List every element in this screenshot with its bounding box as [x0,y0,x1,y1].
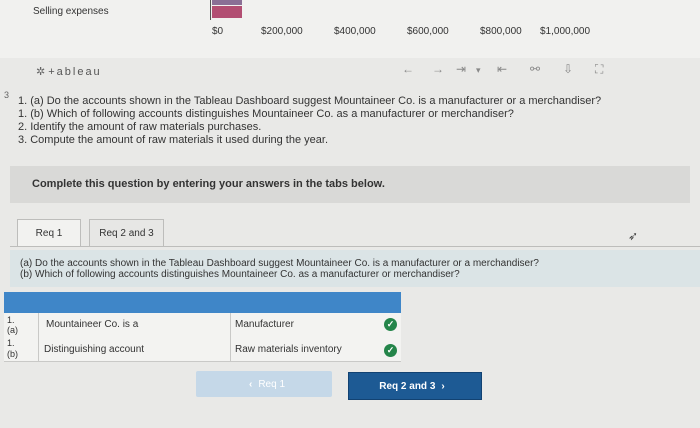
tableau-mark-icon: ✲ [36,66,46,78]
chevron-left-icon: ‹ [248,378,253,390]
revert-icon[interactable]: ⇥ [456,62,466,76]
check-icon: ✓ [384,318,397,331]
redo-icon[interactable]: → [432,62,444,76]
chart-axis-line [210,0,211,20]
axis-tick: $1,000,000 [540,26,591,37]
chart-row-label: Selling expenses [33,6,109,17]
answer-select[interactable]: Raw materials inventory [235,344,342,355]
answer-select[interactable]: Manufacturer [235,319,294,330]
chevron-down-icon[interactable]: ▾ [476,65,481,76]
download-icon[interactable]: ⇩ [563,62,573,76]
panel-question-b: (b) Which of following accounts distingu… [20,269,460,280]
chart-bar [212,6,242,18]
undo-icon[interactable]: ← [402,62,414,76]
row-sub-index: (a) [7,325,18,335]
prev-button[interactable]: ‹ Req 1 [196,371,332,397]
table-header [4,292,401,313]
axis-tick: $0 [212,26,224,37]
next-button[interactable]: Req 2 and 3 › [348,372,482,400]
tab-req-2-and-3[interactable]: Req 2 and 3 [89,219,164,246]
row-label: Distinguishing account [44,344,145,355]
chevron-right-icon: › [441,380,445,392]
check-icon: ✓ [384,344,397,357]
row-sub-index: (b) [7,349,18,359]
mouse-cursor-icon: ➶ [628,229,639,243]
row-label: Mountaineer Co. is a [46,319,139,330]
chart-bar [212,0,242,5]
share-icon[interactable]: ⚯ [530,62,540,76]
question-item: 1. (b) Which of following accounts disti… [18,108,514,120]
margin-mark: 3 [4,90,10,100]
fullscreen-icon[interactable]: ⛶ [595,62,603,77]
panel-question-a: (a) Do the accounts shown in the Tableau… [20,258,539,269]
row-index: 1. [7,338,15,348]
tableau-logo-text: +ableau [48,66,102,78]
reset-icon[interactable]: ⇤ [497,62,507,76]
column-divider [38,313,39,361]
axis-tick: $600,000 [407,26,449,37]
prev-button-label: Req 1 [258,378,286,390]
tab-divider [10,246,700,247]
question-item: 2. Identify the amount of raw materials … [18,121,262,133]
question-list: 1. (a) Do the accounts shown in the Tabl… [18,95,601,147]
axis-tick: $400,000 [334,26,376,37]
axis-tick: $800,000 [480,26,522,37]
tableau-logo[interactable]: ✲ +ableau [36,65,102,78]
question-item: 1. (a) Do the accounts shown in the Tabl… [18,95,602,107]
column-divider [230,313,231,361]
tab-req-1[interactable]: Req 1 [17,219,81,246]
row-index: 1. [7,315,15,325]
question-item: 3. Compute the amount of raw materials i… [18,134,328,146]
instruction-text: Complete this question by entering your … [32,178,385,190]
next-button-label: Req 2 and 3 [379,380,436,392]
axis-tick: $200,000 [261,26,303,37]
